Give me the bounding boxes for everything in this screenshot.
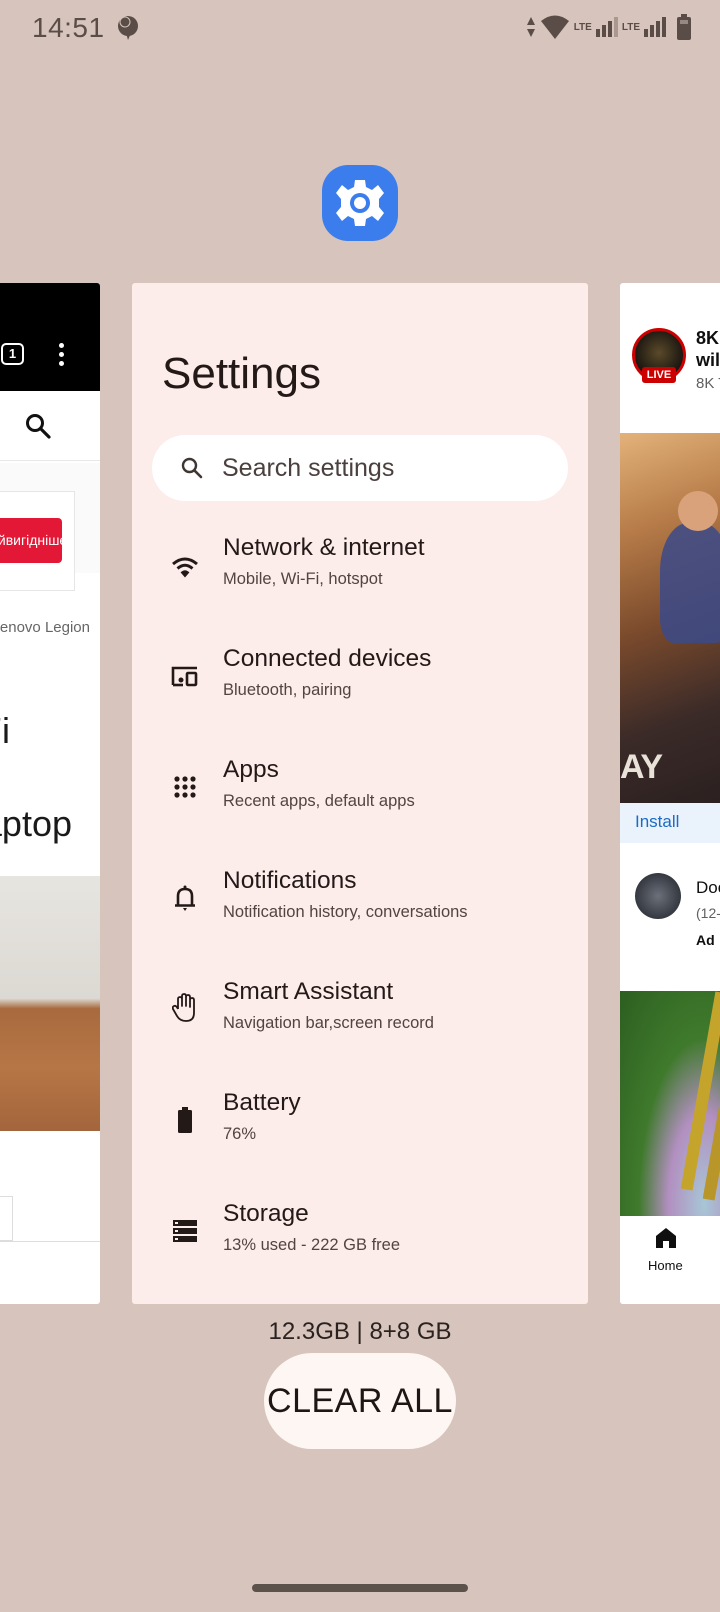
lte-label: LTE — [573, 21, 592, 33]
home-icon[interactable] — [654, 1226, 678, 1250]
overflow-menu-icon[interactable] — [59, 343, 65, 370]
install-bar[interactable]: Install — [620, 803, 720, 843]
storage-icon — [170, 1216, 200, 1246]
ad-badge: Ad — [696, 932, 715, 948]
ad-image: AY — [620, 433, 720, 803]
tab-switcher-button[interactable]: 1 — [1, 343, 24, 365]
divider — [0, 1241, 100, 1242]
memory-info: 12.3GB | 8+8 GB — [268, 1318, 452, 1345]
nav-home-label[interactable]: Home — [648, 1258, 683, 1273]
search-settings-field[interactable] — [152, 435, 568, 501]
search-icon — [181, 457, 203, 479]
ad-image-face — [678, 491, 718, 531]
item-title: Smart Assistant — [223, 978, 394, 1005]
product-photo — [0, 876, 100, 1131]
item-subtitle: Navigation bar,screen record — [223, 1014, 434, 1032]
live-badge: LIVE — [642, 367, 676, 383]
item-title: Apps — [223, 756, 279, 783]
recent-app-card-browser[interactable]: 1 Найвигідніше Lenovo Legion 7i Laptop — [0, 283, 100, 1304]
clear-all-button[interactable]: CLEAR ALL — [264, 1353, 456, 1449]
settings-item-smart-assistant[interactable]: Smart Assistant Navigation bar,screen re… — [132, 972, 588, 1072]
status-bar: 14:51 LTE LTE — [0, 0, 720, 56]
signal-strength-icon — [644, 17, 666, 37]
product-title-line2: Laptop — [0, 803, 72, 844]
recent-app-card-settings[interactable]: Settings Network & internet Mobile, Wi-F… — [132, 283, 588, 1304]
item-title: Notifications — [223, 867, 357, 894]
site-search-bar — [0, 391, 100, 461]
settings-item-notifications[interactable]: Notifications Notification history, conv… — [132, 861, 588, 961]
settings-item-apps[interactable]: Apps Recent apps, default apps — [132, 750, 588, 850]
gesture-nav-handle[interactable] — [252, 1584, 468, 1592]
install-button[interactable]: Install — [635, 812, 679, 832]
video-title: 8K wild — [696, 328, 720, 370]
promo-button[interactable]: Найвигідніше — [0, 518, 62, 563]
connected-devices-icon — [170, 661, 200, 691]
bottom-nav: Home — [620, 1216, 720, 1304]
data-activity-icon — [526, 17, 535, 37]
ad-title: Doo — [696, 878, 720, 897]
item-subtitle: Bluetooth, pairing — [223, 681, 352, 699]
item-subtitle: Recent apps, default apps — [223, 792, 415, 810]
product-title-line1: 7i — [0, 710, 10, 751]
breadcrumb: Lenovo Legion — [0, 619, 90, 636]
item-subtitle: 13% used - 222 GB free — [223, 1236, 401, 1254]
ad-subtitle: (12- — [696, 905, 720, 921]
settings-app-icon[interactable] — [322, 165, 398, 241]
item-subtitle: Notification history, conversations — [223, 903, 468, 921]
wifi-icon — [540, 15, 569, 39]
hand-icon — [170, 992, 200, 1022]
advertiser-avatar — [635, 873, 681, 919]
search-input[interactable] — [222, 435, 552, 501]
page-title: Settings — [162, 349, 321, 398]
item-title: Battery — [223, 1089, 301, 1116]
settings-item-network[interactable]: Network & internet Mobile, Wi-Fi, hotspo… — [132, 528, 588, 628]
bell-icon — [170, 883, 200, 913]
battery-icon — [677, 14, 691, 40]
search-icon[interactable] — [25, 413, 51, 439]
recent-app-card-youtube[interactable]: LIVE 8K wild 8K T AY Install Doo (12- Ad… — [620, 283, 720, 1304]
browser-toolbar: 1 — [0, 283, 100, 391]
battery-icon — [170, 1105, 200, 1135]
ad-image-figure — [660, 523, 720, 643]
signal-strength-icon — [595, 17, 618, 37]
wifi-icon — [170, 552, 200, 582]
chat-bubble-icon — [116, 15, 142, 46]
ad-image-text: AY — [620, 748, 663, 786]
apps-grid-icon — [170, 772, 200, 802]
item-title: Storage — [223, 1200, 309, 1227]
video-thumbnail — [620, 991, 720, 1216]
item-title: Network & internet — [223, 534, 425, 561]
settings-item-connected-devices[interactable]: Connected devices Bluetooth, pairing — [132, 639, 588, 739]
item-subtitle: 76% — [223, 1125, 257, 1143]
video-channel: 8K T — [696, 375, 720, 392]
status-time: 14:51 — [32, 12, 105, 43]
page-element — [0, 1196, 13, 1241]
settings-item-battery[interactable]: Battery 76% — [132, 1083, 588, 1183]
item-title: Connected devices — [223, 645, 432, 672]
lte-label: LTE — [621, 21, 640, 33]
system-icons: LTE LTE — [526, 14, 692, 40]
item-subtitle: Mobile, Wi-Fi, hotspot — [223, 570, 383, 588]
settings-item-storage[interactable]: Storage 13% used - 222 GB free — [132, 1194, 588, 1294]
